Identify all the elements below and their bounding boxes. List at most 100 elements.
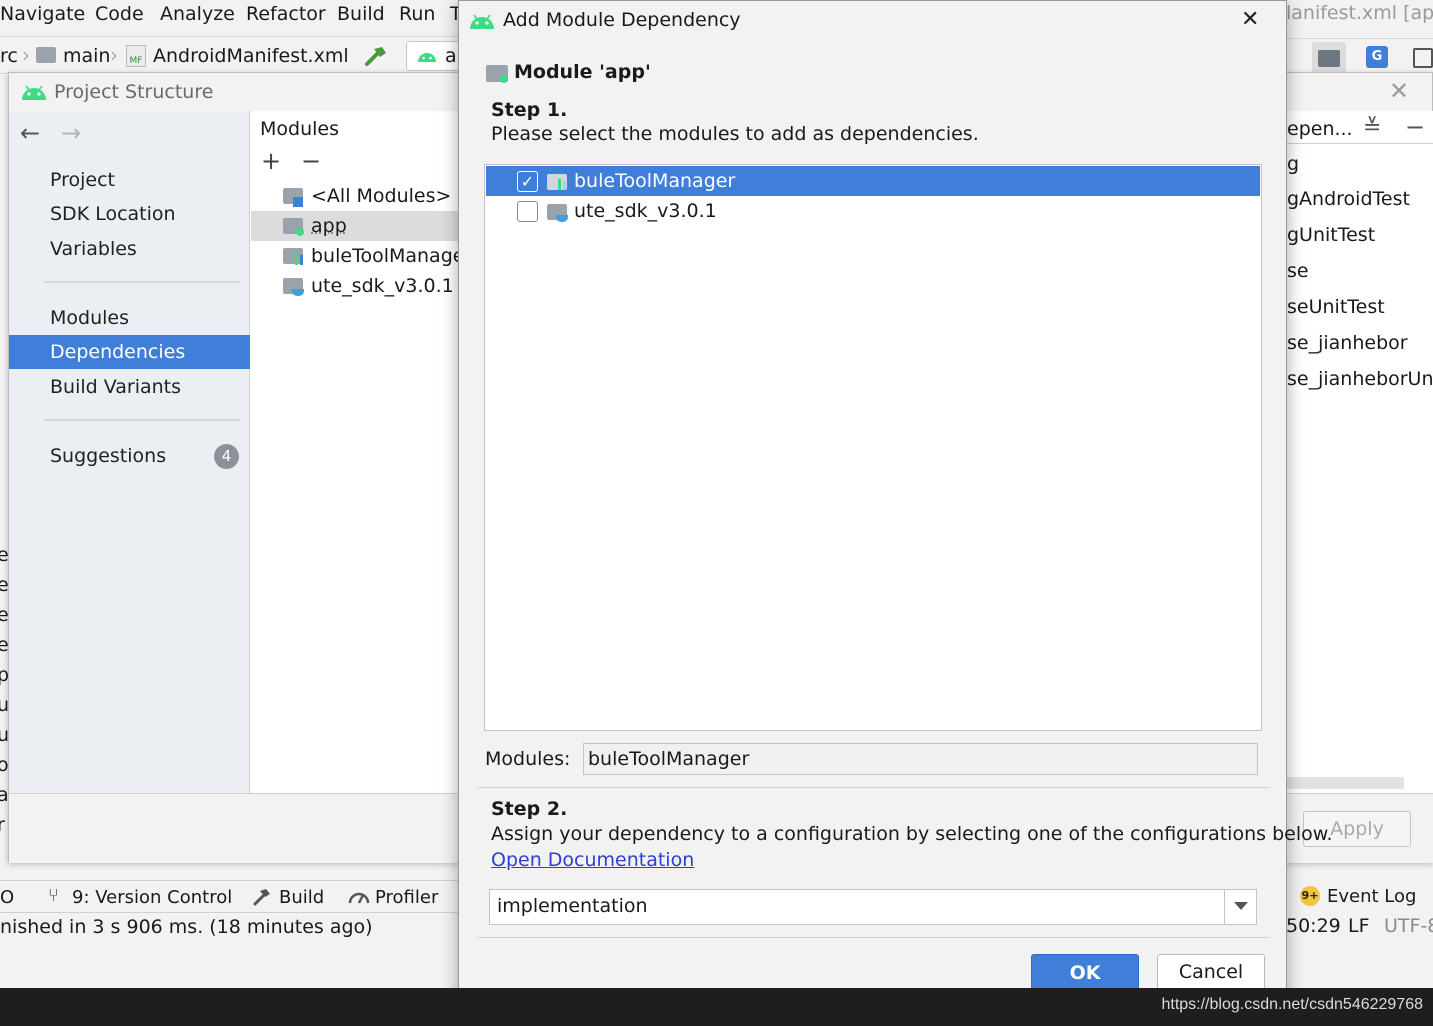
step1-heading: Step 1. [491,99,568,121]
modules-panel: Modules + − <All Modules> app buleToolMa… [251,111,466,793]
config-item[interactable]: seUnitTest [1287,292,1385,322]
sidebar-separator [44,419,240,421]
translate-icon[interactable]: G [1366,46,1388,68]
tool-build[interactable]: Build [279,887,324,908]
list-item-ute-sdk[interactable]: ute_sdk_v3.0.1 [486,196,1260,226]
remove-module-button[interactable]: − [301,147,321,175]
android-icon [418,53,436,62]
menu-code[interactable]: Code [95,3,144,25]
module-checkbox[interactable] [517,201,538,222]
suggestions-label: Suggestions [50,445,167,467]
modules-field[interactable]: buleToolManager [583,743,1258,775]
cancel-button[interactable]: Cancel [1157,954,1265,990]
run-panel-icon[interactable] [1413,48,1433,68]
horizontal-scrollbar[interactable] [1287,777,1404,789]
event-log-badge: 9+ [1300,886,1320,906]
open-documentation-link[interactable]: Open Documentation [491,849,694,871]
divider [1224,890,1225,924]
version-control-icon: ⑂ [48,885,59,906]
menu-build[interactable]: Build [337,3,385,25]
edge-text: r [0,814,5,836]
module-label: app [311,215,347,237]
close-icon[interactable]: ✕ [1241,7,1259,32]
divider [477,787,1269,788]
modules-list: ✓ buleToolManager ute_sdk_v3.0.1 [484,164,1262,731]
config-item[interactable]: g [1287,149,1299,179]
tool-profiler[interactable]: Profiler [375,887,438,908]
configuration-combobox[interactable]: implementation [489,889,1257,925]
module-item-all[interactable]: <All Modules> [251,181,466,211]
module-label: <All Modules> [311,185,452,207]
module-label: buleToolManage [311,245,465,267]
module-item-buletoolmanager[interactable]: buleToolManage [251,241,466,271]
add-module-button[interactable]: + [261,147,281,175]
status-message[interactable]: nished in 3 s 906 ms. (18 minutes ago) [0,916,373,938]
android-icon [22,85,46,100]
dialog-title: Add Module Dependency [503,9,741,31]
file-encoding[interactable]: UTF-8 [1384,915,1433,937]
remove-dependency-icon[interactable]: − [1405,113,1425,141]
sidebar-item-project[interactable]: Project [9,163,250,197]
module-item-app[interactable]: app [251,211,466,241]
menu-navigate[interactable]: Navigate [0,3,85,25]
menu-analyze[interactable]: Analyze [160,3,235,25]
modules-field-value: buleToolManager [588,748,750,770]
breadcrumb-main[interactable]: main [63,45,110,67]
divider [1286,38,1433,39]
config-item[interactable]: gUnitTest [1287,220,1375,250]
back-arrow-icon[interactable]: ← [20,119,40,147]
list-item-buletoolmanager[interactable]: ✓ buleToolManager [486,166,1260,196]
chevron-down-icon[interactable] [1234,902,1248,910]
tool-todo[interactable]: O [0,887,14,908]
line-separator[interactable]: LF [1348,915,1370,937]
breadcrumb-src[interactable]: rc [0,45,18,67]
config-item[interactable]: se_jianhebor [1287,328,1408,358]
cursor-position[interactable]: 50:29 [1286,915,1341,937]
step2-heading: Step 2. [491,798,568,820]
hammer-icon[interactable] [364,45,390,67]
sidebar-item-sdk-location[interactable]: SDK Location [9,197,250,231]
tool-event-log[interactable]: Event Log [1327,886,1416,907]
android-dot-icon [500,75,508,83]
breadcrumb-separator-icon: › [110,43,118,67]
config-item[interactable]: se_jianheborUnitT [1287,364,1433,394]
tool-version-control[interactable]: 9: Version Control [72,887,232,908]
ide-status-right: 9+ Event Log 50:29 LF UTF-8 [1286,860,1433,945]
dependencies-right-panel: epen... ≚ − g gAndroidTest gUnitTest se … [1287,111,1433,793]
module-checkbox[interactable]: ✓ [517,171,538,192]
ok-button[interactable]: OK [1031,954,1139,990]
project-structure-title: Project Structure [54,81,214,103]
forward-arrow-icon[interactable]: → [61,119,81,147]
android-icon [470,14,494,29]
divider [477,937,1269,938]
close-icon[interactable]: ✕ [1389,77,1409,105]
config-item[interactable]: se [1287,256,1309,286]
manifest-file-icon: MF [126,45,146,67]
config-item[interactable]: gAndroidTest [1287,184,1410,214]
ide-toolbar-right: lanifest.xml [app] G [1286,0,1433,78]
editor-tab-manifest[interactable]: lanifest.xml [app] [1286,2,1433,24]
menu-refactor[interactable]: Refactor [246,3,326,25]
build-hammer-icon [253,889,270,906]
java-cup-icon [556,215,568,222]
sidebar-item-modules[interactable]: Modules [9,301,250,335]
sidebar-item-build-variants[interactable]: Build Variants [9,370,250,404]
project-structure-button[interactable] [1312,42,1346,74]
breadcrumb-manifest[interactable]: AndroidManifest.xml [153,45,349,67]
library-bars-icon [558,179,561,190]
modules-field-label: Modules: [485,748,571,770]
android-dot-icon [296,228,304,236]
sidebar-item-dependencies[interactable]: Dependencies [9,335,250,369]
configuration-value: implementation [497,895,648,917]
collapse-all-icon[interactable]: ≚ [1363,115,1381,140]
bottom-tool-bar: O ⑂ 9: Version Control Build Profiler [0,880,470,912]
sidebar-item-variables[interactable]: Variables [9,232,250,266]
module-item-ute-sdk[interactable]: ute_sdk_v3.0.1 [251,271,466,301]
menu-run[interactable]: Run [399,3,435,25]
step2-text: Assign your dependency to a configuratio… [491,823,1333,845]
sidebar-separator [44,281,240,283]
sidebar-item-suggestions[interactable]: Suggestions 4 [9,439,250,473]
project-structure-icon [1318,50,1340,67]
suggestions-count-badge: 4 [214,444,239,469]
navigation-bar: rc › main › MF AndroidManifest.xml a [0,36,470,74]
